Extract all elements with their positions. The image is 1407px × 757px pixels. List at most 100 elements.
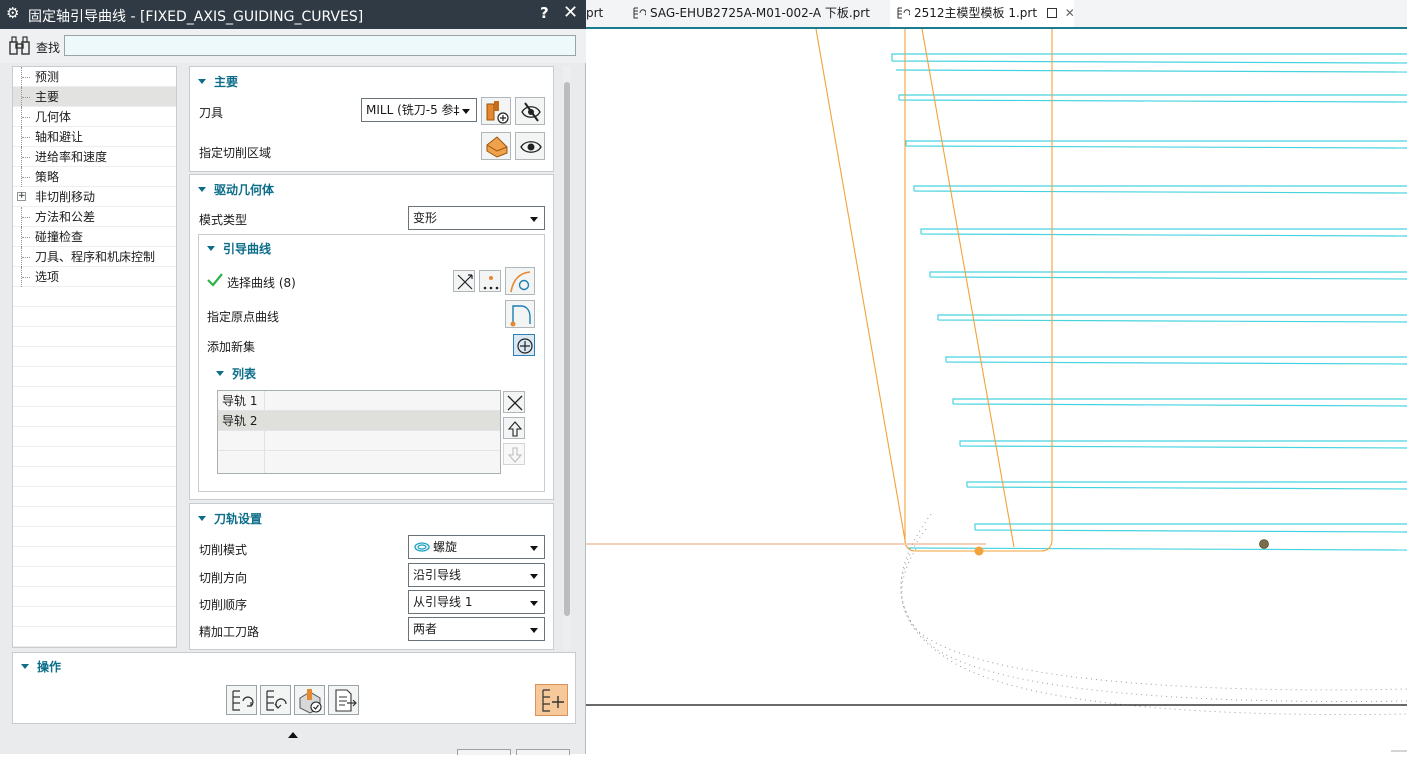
part-file-icon <box>897 7 910 19</box>
tree-item-geometry[interactable]: 几何体 <box>13 107 176 127</box>
list-output-icon <box>335 689 357 712</box>
chevron-down-icon <box>530 546 538 551</box>
tree-item-main[interactable]: 主要 <box>13 87 176 107</box>
toolpath-lines <box>891 53 1407 551</box>
find-label: 查找 <box>36 41 61 55</box>
tree-item-tool-program-machine[interactable]: 刀具、程序和机床控制 <box>13 247 176 267</box>
tree-item-preview[interactable]: 预测 <box>13 67 176 87</box>
tree-item-collision-check[interactable]: 碰撞检查 <box>13 227 176 247</box>
help-button[interactable]: ? <box>540 4 549 22</box>
display-cut-area-button[interactable] <box>515 132 545 160</box>
chevron-down-icon <box>462 109 470 114</box>
collapse-icon[interactable] <box>288 732 298 738</box>
finish-pass-select[interactable]: 两者 <box>408 617 545 641</box>
gear-icon: ⚙ <box>6 4 20 22</box>
origin-curve-label: 指定原点曲线 <box>207 310 280 324</box>
cross-arrows-icon <box>457 274 473 290</box>
cut-mode-label: 切削模式 <box>199 543 248 557</box>
list-item[interactable]: 导轨 1 <box>218 391 500 411</box>
cut-direction-label: 切削方向 <box>199 571 248 585</box>
replay-path-button[interactable] <box>260 685 291 715</box>
tree-item-method-tolerance[interactable]: 方法和公差 <box>13 207 176 227</box>
panel-scrollbar[interactable] <box>563 66 571 650</box>
tool-display-button[interactable] <box>515 97 545 125</box>
main-section: 主要 刀具 MILL (铣刀-5 参‡ 指定切削区域 <box>189 66 554 172</box>
drive-geometry-header[interactable]: 驱动几何体 <box>198 181 274 198</box>
tab-prt[interactable]: prt <box>586 0 616 27</box>
tool-label: 刀具 <box>199 106 224 120</box>
chevron-down-icon <box>530 601 538 606</box>
ok-button[interactable] <box>457 749 511 755</box>
origin-curve-icon <box>510 305 531 327</box>
select-cut-area-button[interactable] <box>481 132 511 160</box>
tree-item-axis-avoidance[interactable]: 轴和避让 <box>13 127 176 147</box>
chevron-down-icon <box>530 217 538 222</box>
close-button[interactable]: ✕ <box>563 2 578 23</box>
operation-dialog: ⚙ 固定轴引导曲线 - [FIXED_AXIS_GUIDING_CURVES] … <box>0 0 586 755</box>
operations-section: 操作 <box>12 652 576 724</box>
main-section-header[interactable]: 主要 <box>198 73 238 90</box>
find-row: 查找 <box>0 29 586 63</box>
add-new-set-button[interactable] <box>513 334 535 356</box>
dialog-titlebar[interactable]: ⚙ 固定轴引导曲线 - [FIXED_AXIS_GUIDING_CURVES] … <box>0 0 586 29</box>
tool-select[interactable]: MILL (铣刀-5 参‡ <box>361 98 477 122</box>
verify-path-button[interactable] <box>294 685 325 715</box>
origin-curve-button[interactable] <box>505 300 535 328</box>
toolpath-canvas[interactable] <box>586 28 1407 754</box>
new-tool-icon <box>486 101 509 124</box>
start-point-marker <box>974 546 984 556</box>
add-new-set-label: 添加新集 <box>207 340 256 354</box>
generate-highlight-button[interactable] <box>535 684 568 716</box>
tab-close-icon[interactable]: ✕ <box>1065 6 1075 20</box>
tree-item-strategy[interactable]: 策略 <box>13 167 176 187</box>
part-file-icon <box>633 7 646 19</box>
remove-button[interactable] <box>503 391 525 413</box>
tree-item-feeds-speeds[interactable]: 进给率和速度 <box>13 147 176 167</box>
curve-icon <box>510 271 531 293</box>
tab-main-model-template[interactable]: 2512主模型模板 1.prt ✕ <box>890 0 1075 27</box>
operations-header[interactable]: 操作 <box>21 658 61 675</box>
path-settings-header[interactable]: 刀轨设置 <box>198 510 262 527</box>
graphics-viewport[interactable] <box>586 28 1407 754</box>
specify-point-button[interactable] <box>479 270 501 292</box>
tree-item-non-cutting-moves[interactable]: + 非切削移动 <box>13 187 176 207</box>
move-down-button[interactable] <box>503 443 525 465</box>
list-path-button[interactable] <box>328 685 359 715</box>
new-tool-button[interactable] <box>481 97 511 125</box>
cut-order-label: 切削顺序 <box>199 598 248 612</box>
cut-area-icon <box>486 136 508 158</box>
guide-curves-header[interactable]: 引导曲线 <box>207 240 271 257</box>
reverse-direction-button[interactable] <box>453 270 475 292</box>
generate-path-button[interactable] <box>226 685 257 715</box>
curve-select-button[interactable] <box>505 267 535 295</box>
dialog-title: 固定轴引导曲线 - [FIXED_AXIS_GUIDING_CURVES] <box>28 9 364 25</box>
mode-type-select[interactable]: 变形 <box>408 206 545 230</box>
tree-item-options[interactable]: 选项 <box>13 267 176 287</box>
generate-plus-icon <box>542 689 564 712</box>
find-input[interactable] <box>64 35 576 56</box>
document-tab-bar: prt SAG-EHUB2725A-M01-002-A 下板.prt 2512主… <box>586 0 1407 29</box>
cut-mode-select[interactable]: 螺旋 <box>408 535 545 559</box>
navigation-tree: 预测 主要 几何体 轴和避让 进给率和速度 策略 + 非切削移动 方法和公差 碰撞… <box>12 66 177 648</box>
cut-order-select[interactable]: 从引导线 1 <box>408 590 545 614</box>
cut-direction-select[interactable]: 沿引导线 <box>408 563 545 587</box>
binoculars-icon <box>9 36 30 55</box>
scrollbar-thumb[interactable] <box>564 82 570 616</box>
close-icon <box>507 395 523 411</box>
list-header[interactable]: 列表 <box>216 365 256 382</box>
arrow-up-icon <box>507 421 523 437</box>
add-circle-icon <box>517 338 533 354</box>
cancel-button[interactable] <box>516 749 570 755</box>
move-up-button[interactable] <box>503 417 525 439</box>
checkmark-icon <box>207 273 223 287</box>
wrench-eye-icon <box>521 102 541 122</box>
verify-icon <box>299 689 322 714</box>
path-settings-section: 刀轨设置 切削模式 螺旋 切削方向 沿引导线 切削顺序 从引导线 1 精加工刀路… <box>189 503 554 650</box>
eye-icon <box>520 141 542 153</box>
mode-type-label: 模式类型 <box>199 213 248 227</box>
tab-sag-lower-plate[interactable]: SAG-EHUB2725A-M01-002-A 下板.prt <box>632 0 882 27</box>
expand-icon[interactable]: + <box>17 192 26 201</box>
list-item[interactable]: 导轨 2 <box>218 411 500 431</box>
list-item-empty <box>218 431 500 451</box>
generate-icon <box>232 690 254 711</box>
